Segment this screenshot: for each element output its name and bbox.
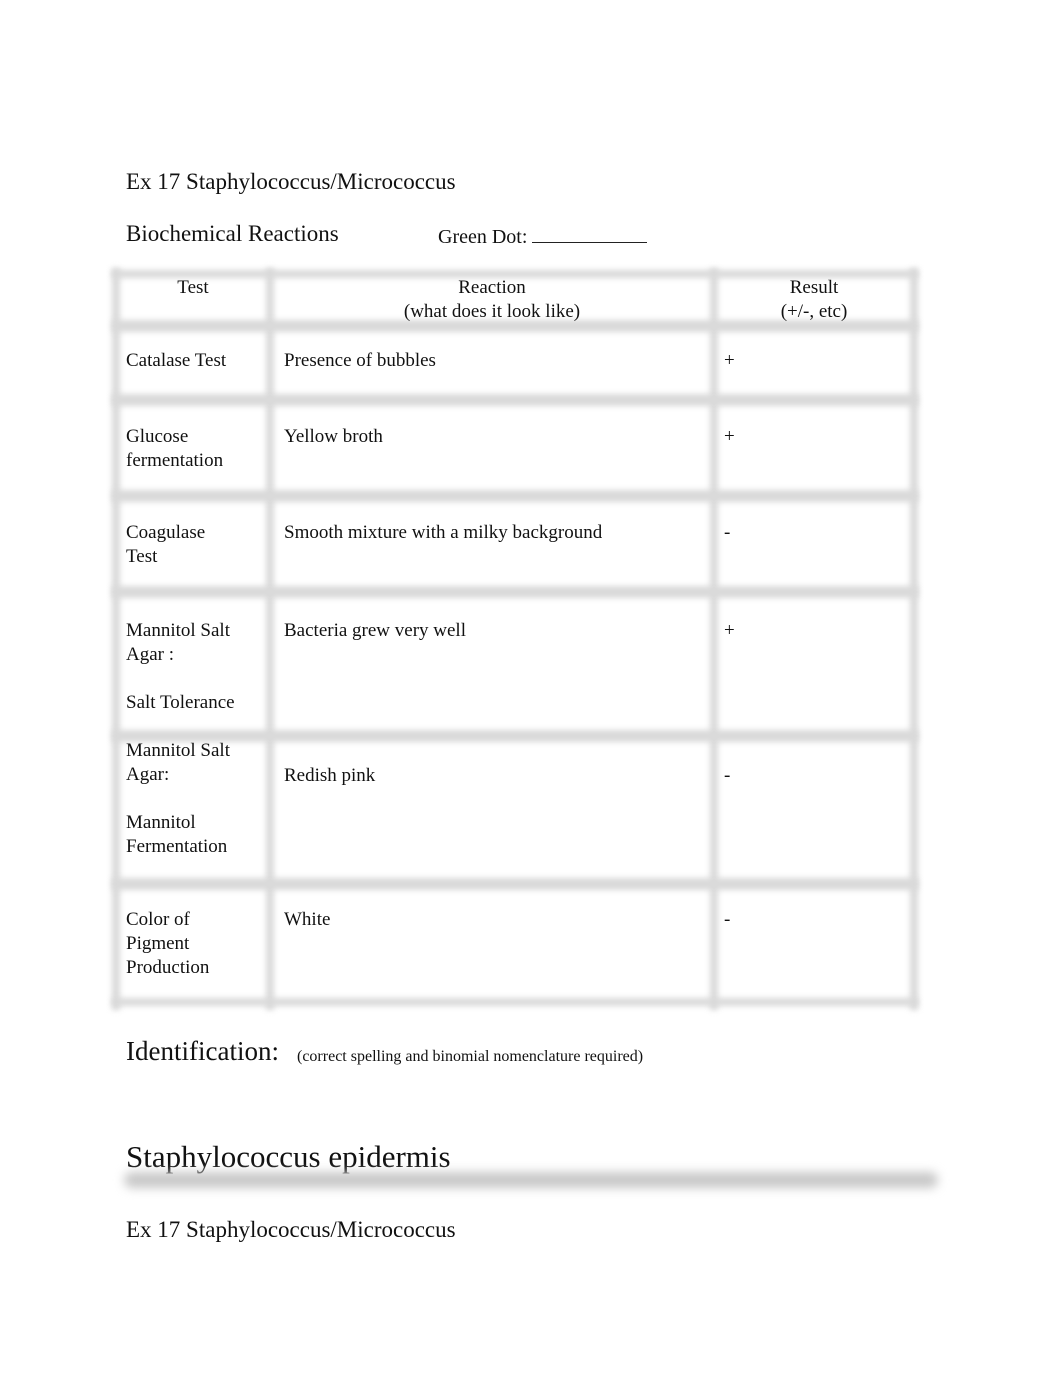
result-cell: -: [724, 909, 731, 930]
table-border-right: [910, 268, 918, 1010]
table-border-bottom: [112, 998, 918, 1006]
table-divider-col1: [266, 268, 274, 1010]
test-name: Agar :: [126, 644, 175, 665]
column-header-label: Test: [177, 277, 209, 298]
reaction-cell: Redish pink: [284, 765, 376, 786]
identification-answer: Staphylococcus epidermis: [126, 1139, 451, 1174]
column-header-result: Result (+/-, etc): [718, 276, 910, 324]
section-title: Biochemical Reactions: [126, 221, 339, 246]
table-row-mannitol-salt-tolerance: Mannitol Salt Agar : Salt Tolerance: [126, 619, 235, 715]
next-page-exercise-title: Ex 17 Staphylococcus/Micrococcus: [126, 1217, 456, 1242]
green-dot-blank[interactable]: [532, 224, 648, 243]
column-header-test: Test: [120, 276, 266, 300]
column-header-label: Result: [789, 277, 839, 298]
reaction-cell: White: [284, 909, 331, 930]
test-name: Glucose: [126, 426, 189, 447]
column-header-reaction: Reaction (what does it look like): [274, 276, 710, 324]
table-row-mannitol-fermentation: Mannitol Salt Agar: Mannitol Fermentatio…: [126, 739, 230, 859]
column-header-sublabel: (+/-, etc): [780, 301, 848, 322]
test-name: Color of: [126, 909, 190, 930]
column-header-sublabel: (what does it look like): [403, 301, 581, 322]
result-cell: +: [724, 350, 735, 371]
reaction-cell: Bacteria grew very well: [284, 620, 466, 641]
test-name: Test: [126, 546, 158, 567]
test-name: Mannitol Salt: [126, 740, 230, 761]
test-name: Mannitol Salt: [126, 620, 230, 641]
test-name: Catalase Test: [126, 350, 227, 371]
identification-hint: (correct spelling and binomial nomenclat…: [297, 1048, 644, 1065]
green-dot-field: Green Dot:: [438, 224, 648, 249]
result-cell: -: [724, 522, 731, 543]
table-row-catalase-test: Catalase Test: [126, 349, 226, 373]
exercise-title: Ex 17 Staphylococcus/Micrococcus: [126, 169, 456, 194]
table-row-divider: [112, 394, 918, 406]
result-cell: -: [724, 765, 731, 786]
page-break-shadow: [124, 1172, 938, 1188]
table-row-coagulase-test: Coagulase Test: [126, 521, 205, 569]
test-name: Salt Tolerance: [126, 692, 235, 713]
table-row-divider: [112, 586, 918, 598]
reaction-cell: Smooth mixture with a milky background: [284, 522, 603, 543]
table-row-pigment-production: Color of Pigment Production: [126, 908, 209, 980]
test-name: Pigment: [126, 933, 190, 954]
table-row-glucose-fermentation: Glucose fermentation: [126, 425, 223, 473]
table-divider-col2: [710, 268, 718, 1010]
result-cell: +: [724, 620, 735, 641]
test-name: Production: [126, 957, 210, 978]
table-row-divider: [112, 730, 918, 742]
table-row-divider: [112, 878, 918, 890]
reaction-cell: Presence of bubbles: [284, 350, 436, 371]
biochemical-reactions-table: Test Reaction (what does it look like) R…: [110, 268, 922, 1010]
identification-label: Identification:: [126, 1036, 279, 1066]
reaction-cell: Yellow broth: [284, 426, 383, 447]
result-cell: +: [724, 426, 735, 447]
green-dot-label: Green Dot:: [438, 226, 528, 248]
table-border-left: [112, 268, 120, 1010]
column-header-label: Reaction: [458, 277, 526, 298]
test-name: fermentation: [126, 450, 224, 471]
table-row-divider: [112, 490, 918, 502]
test-name: Fermentation: [126, 836, 228, 857]
test-name: Mannitol: [126, 812, 196, 833]
test-name: Agar:: [126, 764, 170, 785]
test-name: Coagulase: [126, 522, 206, 543]
